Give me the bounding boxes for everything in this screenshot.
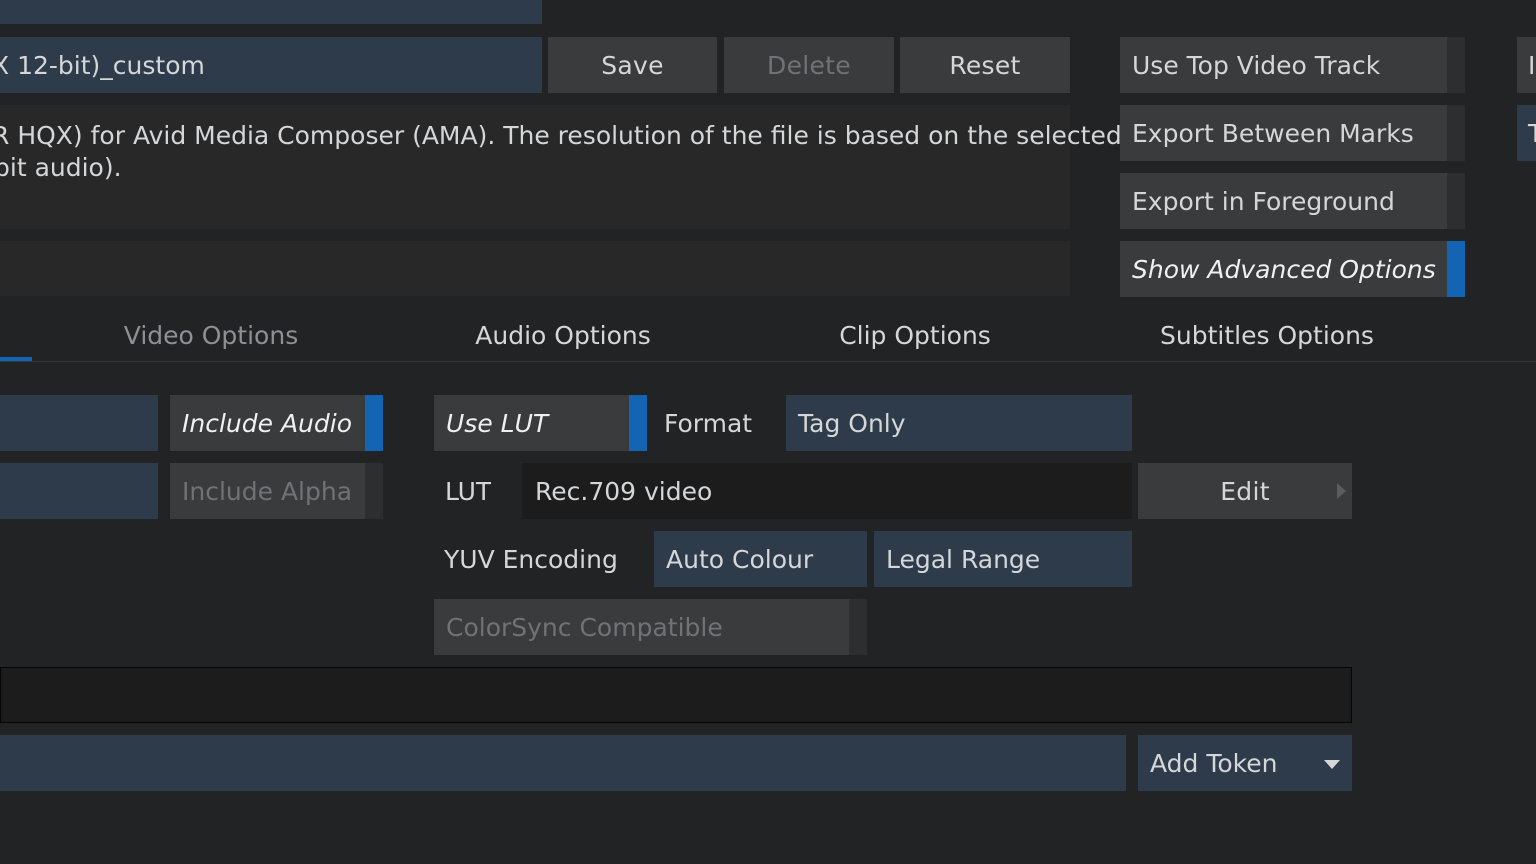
show-advanced-options-toggle[interactable]: Show Advanced Options (1120, 241, 1465, 297)
filename-input[interactable] (0, 735, 1126, 791)
toggle-indicator (849, 599, 867, 655)
tab-video-options[interactable]: Video Options (35, 309, 387, 361)
yuv-encoding-select[interactable]: Auto Colour (654, 531, 867, 587)
show-advanced-options-label: Show Advanced Options (1132, 254, 1436, 284)
lut-value: Rec.709 video (535, 476, 713, 506)
toggle-indicator (629, 395, 647, 451)
use-lut-label: Use LUT (446, 408, 549, 438)
include-audio-label: Include Audio (182, 408, 353, 438)
preset-name-input[interactable]: X 12-bit)_custom (0, 37, 542, 93)
description-line-1: R HQX) for Avid Media Composer (AMA). Th… (0, 121, 1122, 150)
colorsync-compatible-toggle[interactable]: ColorSync Compatible (434, 599, 867, 655)
export-between-marks-label: Export Between Marks (1132, 118, 1414, 148)
export-in-foreground-label: Export in Foreground (1132, 186, 1395, 216)
save-button[interactable]: Save (548, 37, 717, 93)
toggle-indicator (1447, 173, 1465, 229)
delete-button[interactable]: Delete (724, 37, 894, 93)
chevron-right-icon (1337, 483, 1346, 499)
tab-divider (0, 361, 1536, 362)
toggle-indicator (365, 463, 383, 519)
left-cropped-field-2[interactable] (0, 463, 158, 519)
toggle-indicator (365, 395, 383, 451)
preset-name-value: X 12-bit)_custom (0, 50, 205, 80)
toggle-indicator (1447, 105, 1465, 161)
cropped-right-field-2[interactable]: T (1517, 105, 1536, 161)
include-alpha-label: Include Alpha (182, 476, 353, 506)
include-alpha-toggle[interactable]: Include Alpha (170, 463, 383, 519)
format-value: Tag Only (798, 408, 906, 438)
add-token-label: Add Token (1150, 748, 1278, 778)
reset-button[interactable]: Reset (900, 37, 1070, 93)
range-select[interactable]: Legal Range (874, 531, 1132, 587)
description-line-2: bit audio). (0, 153, 122, 182)
format-select[interactable]: Tag Only (786, 395, 1132, 451)
use-lut-toggle[interactable]: Use LUT (434, 395, 647, 451)
cropped-right-button-1[interactable]: I (1517, 37, 1536, 93)
range-value: Legal Range (886, 544, 1041, 574)
add-token-dropdown[interactable]: Add Token (1138, 735, 1352, 791)
include-audio-toggle[interactable]: Include Audio (170, 395, 383, 451)
output-path-field[interactable] (0, 667, 1352, 723)
use-top-video-track-toggle[interactable]: Use Top Video Track (1120, 37, 1465, 93)
use-top-video-track-label: Use Top Video Track (1132, 50, 1381, 80)
colorsync-compatible-label: ColorSync Compatible (446, 612, 723, 642)
edit-label: Edit (1220, 476, 1270, 506)
yuv-encoding-value: Auto Colour (666, 544, 814, 574)
tab-clip-options[interactable]: Clip Options (739, 309, 1091, 361)
left-cropped-field-1[interactable] (0, 395, 158, 451)
export-between-marks-toggle[interactable]: Export Between Marks (1120, 105, 1465, 161)
tab-audio-options[interactable]: Audio Options (387, 309, 739, 361)
top-cropped-field[interactable] (0, 0, 542, 24)
preset-description: R HQX) for Avid Media Composer (AMA). Th… (0, 105, 1122, 229)
chevron-down-icon (1324, 760, 1340, 769)
edit-button[interactable]: Edit (1138, 463, 1352, 519)
notes-field[interactable] (0, 241, 1070, 296)
yuv-encoding-label: YUV Encoding (444, 544, 618, 574)
lut-label: LUT (445, 476, 492, 506)
tab-subtitles-options[interactable]: Subtitles Options (1091, 309, 1443, 361)
toggle-indicator (1447, 37, 1465, 93)
export-in-foreground-toggle[interactable]: Export in Foreground (1120, 173, 1465, 229)
toggle-indicator (1447, 241, 1465, 297)
lut-value-field[interactable]: Rec.709 video (522, 463, 1132, 519)
format-label: Format (664, 408, 753, 438)
